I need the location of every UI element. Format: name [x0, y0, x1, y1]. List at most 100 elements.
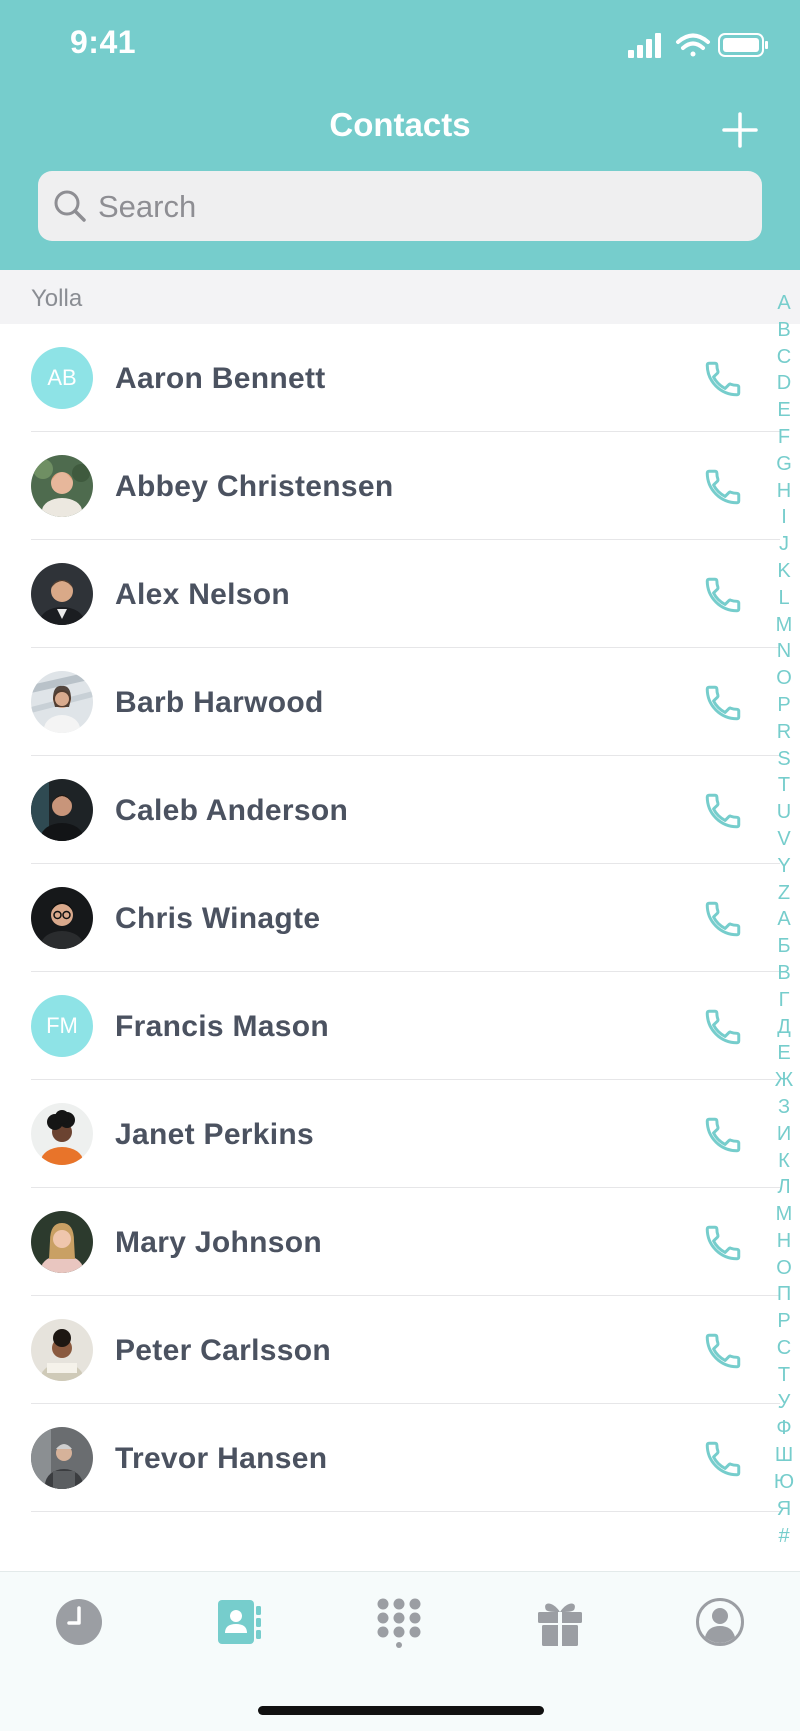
- alphabet-index[interactable]: A B C D E F G H I J K L M N O P R S T U …: [770, 290, 798, 1550]
- phone-icon[interactable]: [702, 1006, 744, 1048]
- contact-row[interactable]: Caleb Anderson: [0, 756, 800, 864]
- search-bar[interactable]: Search: [38, 171, 762, 241]
- contact-row[interactable]: Alex Nelson: [0, 540, 800, 648]
- index-letter[interactable]: Я: [777, 1496, 791, 1523]
- index-letter[interactable]: Б: [777, 933, 790, 960]
- index-letter[interactable]: E: [777, 397, 790, 424]
- tab-dialpad[interactable]: [373, 1596, 425, 1648]
- status-icons: [620, 30, 800, 60]
- index-letter[interactable]: К: [778, 1148, 790, 1175]
- index-letter[interactable]: В: [777, 960, 790, 987]
- index-letter[interactable]: D: [777, 370, 791, 397]
- contact-name: Abbey Christensen: [115, 470, 394, 503]
- index-letter[interactable]: Г: [779, 987, 790, 1014]
- index-letter[interactable]: S: [777, 746, 790, 773]
- tab-rewards[interactable]: [534, 1596, 586, 1648]
- index-letter[interactable]: О: [776, 1255, 792, 1282]
- contact-row[interactable]: Janet Perkins: [0, 1080, 800, 1188]
- add-contact-button[interactable]: [716, 106, 764, 154]
- contact-name: Alex Nelson: [115, 578, 291, 611]
- index-letter[interactable]: Ю: [774, 1469, 794, 1496]
- phone-icon[interactable]: [702, 1438, 744, 1480]
- index-letter[interactable]: F: [778, 424, 790, 451]
- avatar-photo: [31, 1319, 93, 1381]
- signal-icon: [628, 33, 661, 58]
- index-letter[interactable]: G: [776, 451, 792, 478]
- phone-icon[interactable]: [702, 1222, 744, 1264]
- index-letter[interactable]: Ж: [775, 1067, 793, 1094]
- index-letter[interactable]: Л: [777, 1174, 790, 1201]
- contact-row[interactable]: AB Aaron Bennett: [0, 324, 800, 432]
- index-letter[interactable]: C: [777, 344, 791, 371]
- index-letter[interactable]: N: [777, 638, 791, 665]
- tab-contacts[interactable]: [212, 1596, 264, 1648]
- contact-name: Janet Perkins: [115, 1118, 315, 1151]
- index-letter[interactable]: R: [777, 719, 791, 746]
- phone-icon[interactable]: [702, 466, 744, 508]
- phone-icon[interactable]: [702, 682, 744, 724]
- index-letter[interactable]: V: [777, 826, 790, 853]
- search-input[interactable]: Search: [98, 189, 196, 225]
- index-letter[interactable]: U: [777, 799, 791, 826]
- index-letter[interactable]: З: [778, 1094, 790, 1121]
- plus-icon: [722, 112, 758, 148]
- index-letter[interactable]: P: [777, 692, 790, 719]
- index-letter[interactable]: O: [776, 665, 792, 692]
- contact-row[interactable]: Mary Johnson: [0, 1188, 800, 1296]
- index-letter[interactable]: K: [777, 558, 790, 585]
- status-time: 9:41: [70, 24, 137, 60]
- index-letter[interactable]: П: [777, 1281, 791, 1308]
- avatar-photo: [31, 1427, 93, 1489]
- index-letter[interactable]: #: [778, 1523, 789, 1550]
- index-letter[interactable]: I: [781, 504, 787, 531]
- index-letter[interactable]: Y: [777, 853, 790, 880]
- tab-recents[interactable]: [53, 1596, 105, 1648]
- index-letter[interactable]: A: [777, 290, 790, 317]
- index-letter[interactable]: B: [777, 317, 790, 344]
- tab-profile[interactable]: [694, 1596, 746, 1648]
- avatar-photo: [31, 1103, 93, 1165]
- phone-icon[interactable]: [702, 1330, 744, 1372]
- index-letter[interactable]: Ш: [775, 1442, 793, 1469]
- phone-icon[interactable]: [702, 898, 744, 940]
- contact-list: AB Aaron Bennett Abbey Christensen Alex …: [0, 324, 800, 1512]
- clock-icon: [56, 1599, 102, 1645]
- contact-name: Francis Mason: [115, 1010, 329, 1043]
- index-letter[interactable]: H: [777, 478, 791, 505]
- index-letter[interactable]: И: [777, 1121, 791, 1148]
- contact-row[interactable]: Abbey Christensen: [0, 432, 800, 540]
- index-letter[interactable]: J: [779, 531, 789, 558]
- contact-row[interactable]: Trevor Hansen: [0, 1404, 800, 1512]
- index-letter[interactable]: M: [776, 612, 793, 639]
- index-letter[interactable]: У: [778, 1389, 791, 1416]
- index-letter[interactable]: С: [777, 1335, 791, 1362]
- phone-icon[interactable]: [702, 1114, 744, 1156]
- index-letter[interactable]: Е: [777, 1040, 790, 1067]
- index-letter[interactable]: Д: [777, 1014, 791, 1041]
- avatar-initials: FM: [31, 995, 93, 1057]
- index-letter[interactable]: L: [778, 585, 789, 612]
- contact-row[interactable]: Peter Carlsson: [0, 1296, 800, 1404]
- section-label: Yolla: [31, 285, 83, 312]
- phone-icon[interactable]: [702, 574, 744, 616]
- avatar-photo: [31, 779, 93, 841]
- phone-icon[interactable]: [702, 358, 744, 400]
- index-letter[interactable]: Z: [778, 880, 790, 907]
- index-letter[interactable]: T: [778, 772, 790, 799]
- avatar-photo: [31, 1211, 93, 1273]
- wifi-icon: [676, 33, 710, 57]
- index-letter[interactable]: Р: [777, 1308, 790, 1335]
- index-letter[interactable]: М: [776, 1201, 793, 1228]
- index-letter[interactable]: Н: [777, 1228, 791, 1255]
- dialpad-icon: [377, 1598, 421, 1648]
- contact-name: Aaron Bennett: [115, 362, 326, 395]
- phone-icon[interactable]: [702, 790, 744, 832]
- contact-name: Peter Carlsson: [115, 1334, 331, 1367]
- avatar-photo: [31, 563, 93, 625]
- index-letter[interactable]: Ф: [776, 1415, 791, 1442]
- index-letter[interactable]: Т: [778, 1362, 790, 1389]
- contact-row[interactable]: Chris Winagte: [0, 864, 800, 972]
- index-letter[interactable]: А: [777, 906, 790, 933]
- contact-row[interactable]: FM Francis Mason: [0, 972, 800, 1080]
- contact-row[interactable]: Barb Harwood: [0, 648, 800, 756]
